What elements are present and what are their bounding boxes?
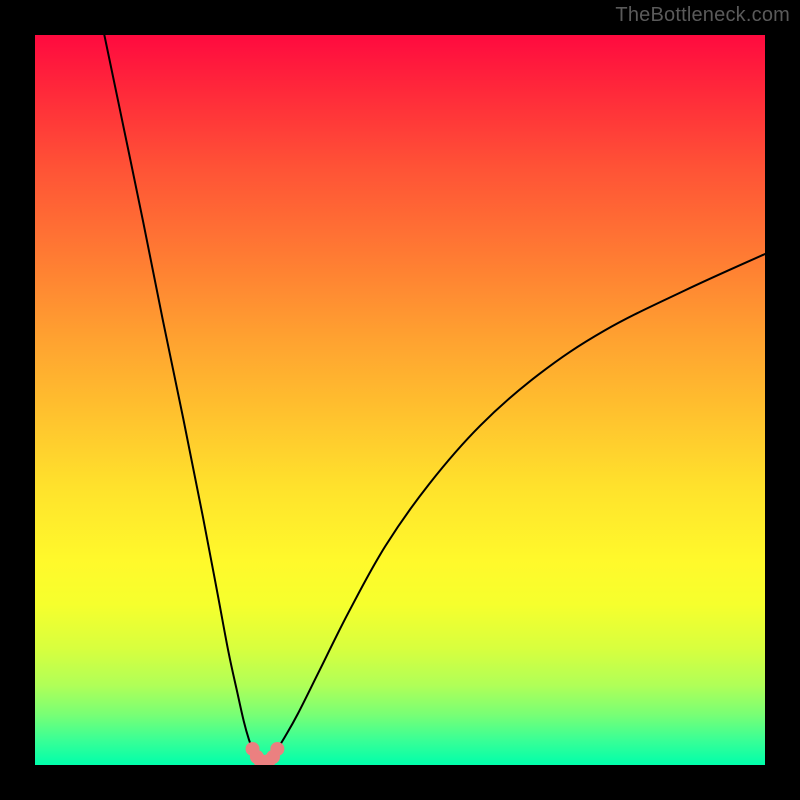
right-branch-curve xyxy=(277,254,765,749)
optimal-zone-dots xyxy=(246,742,285,765)
curve-layer xyxy=(35,35,765,765)
watermark-text: TheBottleneck.com xyxy=(615,4,790,27)
plot-area xyxy=(35,35,765,765)
left-branch-curve xyxy=(104,35,252,749)
chart-stage: TheBottleneck.com xyxy=(0,0,800,800)
